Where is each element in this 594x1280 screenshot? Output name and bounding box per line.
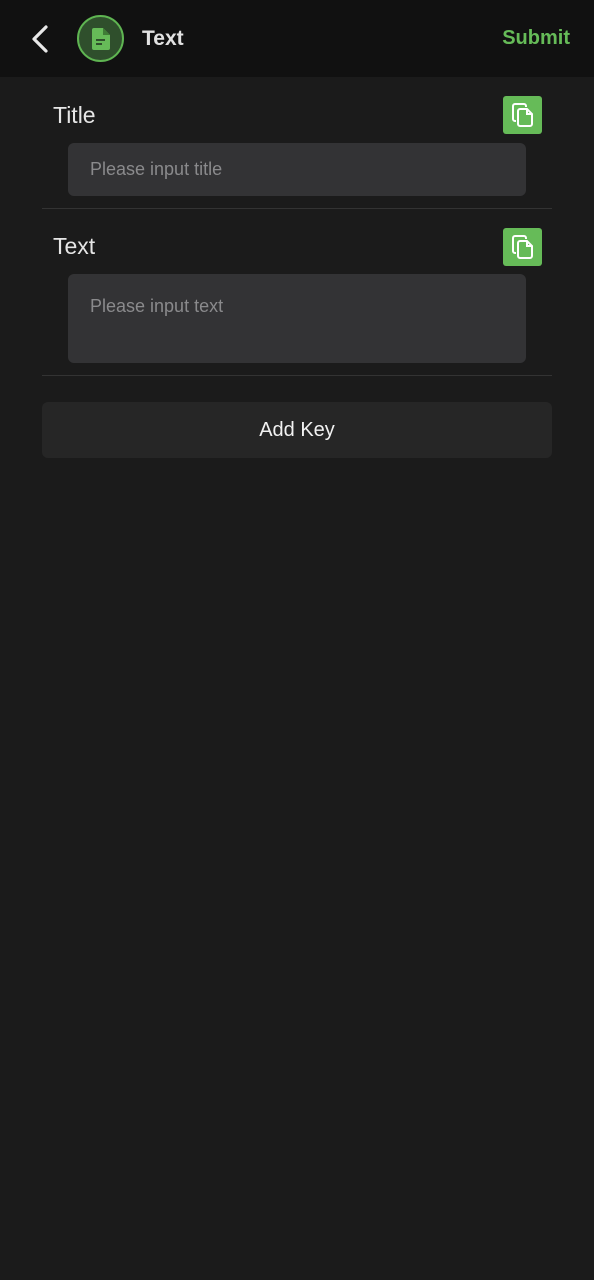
app-avatar	[77, 15, 124, 62]
text-field-label: Text	[53, 233, 96, 259]
back-button[interactable]	[22, 18, 58, 60]
copy-icon	[511, 103, 533, 127]
text-copy-button[interactable]	[503, 228, 542, 266]
submit-button[interactable]: Submit	[502, 25, 570, 52]
title-copy-button[interactable]	[503, 96, 542, 134]
add-key-button[interactable]: Add Key	[42, 402, 552, 458]
document-icon	[91, 27, 110, 50]
copy-icon	[511, 235, 533, 259]
text-input[interactable]	[68, 274, 526, 363]
title-field-label: Title	[53, 102, 96, 128]
add-key-label: Add Key	[259, 418, 335, 441]
chevron-left-icon	[32, 25, 48, 53]
title-input[interactable]	[68, 143, 526, 196]
divider	[42, 208, 552, 209]
app-header: Text Submit	[0, 0, 594, 77]
page-title: Text	[142, 27, 184, 50]
divider	[42, 375, 552, 376]
